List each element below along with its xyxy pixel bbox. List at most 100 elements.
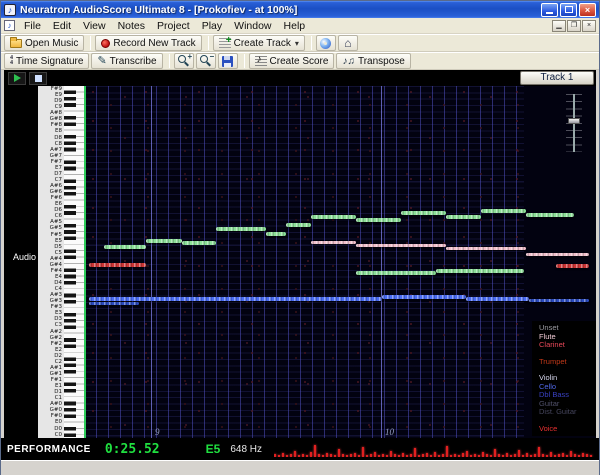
time-signature-button[interactable]: 44 Time Signature	[4, 53, 90, 69]
note-trace-flute-melody[interactable]	[436, 269, 524, 273]
note-trace-flute-melody[interactable]	[356, 218, 401, 222]
note-trace-flute-melody[interactable]	[266, 232, 286, 236]
detected-frequency: 648 Hz	[230, 443, 263, 455]
mdi-restore-button[interactable]: ❐	[567, 19, 581, 32]
note-trace-flute-melody[interactable]	[401, 211, 446, 215]
note-trace-flute-melody[interactable]	[146, 239, 182, 243]
note-trace-flute-melody[interactable]	[216, 227, 266, 231]
menu-item-edit[interactable]: Edit	[47, 19, 77, 33]
zoom-in-button[interactable]: +	[173, 52, 194, 69]
meter-bar	[438, 455, 441, 457]
legend-item-clarinet[interactable]: Clarinet	[539, 340, 596, 350]
menu-item-file[interactable]: File	[18, 19, 47, 33]
home-button[interactable]: ⌂	[337, 35, 358, 51]
meter-bar	[458, 455, 461, 457]
record-new-track-label: Record New Track	[113, 37, 196, 49]
menu-item-view[interactable]: View	[77, 19, 112, 33]
legend-item-dist-guitar[interactable]: Dist. Guitar	[539, 407, 596, 417]
legend-item-trumpet[interactable]: Trumpet	[539, 357, 596, 367]
menu-item-window[interactable]: Window	[228, 19, 277, 33]
mdi-close-button[interactable]: ×	[582, 19, 596, 32]
meter-bar	[406, 455, 409, 457]
transcribe-label: Transcribe	[109, 55, 157, 67]
note-trace-cello-line[interactable]	[382, 295, 466, 299]
note-trace-flute-melody[interactable]	[182, 241, 216, 245]
meter-bar	[494, 449, 497, 457]
maximize-button[interactable]	[560, 2, 577, 17]
transcribe-button[interactable]: ✎ Transcribe	[91, 53, 163, 69]
meter-bar	[558, 454, 561, 457]
note-trace-flute-melody[interactable]	[481, 209, 526, 213]
menu-item-play[interactable]: Play	[196, 19, 228, 33]
note-trace-flute-melody[interactable]	[311, 215, 356, 219]
note-trace-violin-line[interactable]	[446, 247, 526, 250]
menu-item-project[interactable]: Project	[151, 19, 196, 33]
meter-bar	[410, 454, 413, 457]
meter-bar	[590, 455, 593, 457]
meter-bar	[562, 453, 565, 457]
note-trace-clarinet-line[interactable]	[89, 263, 146, 267]
transpose-icon: ♪♫	[342, 55, 355, 67]
create-score-button[interactable]: Create Score	[248, 53, 335, 69]
meter-bar	[374, 452, 377, 457]
note-trace-cello-line[interactable]	[466, 297, 529, 301]
close-button[interactable]: ×	[579, 2, 596, 17]
toolbar-separator	[243, 54, 245, 68]
note-trace-flute-melody[interactable]	[286, 223, 311, 227]
minimize-button[interactable]	[541, 2, 558, 17]
meter-bar	[302, 454, 305, 457]
document-icon: ♪	[4, 20, 15, 31]
open-music-button[interactable]: Open Music	[4, 35, 85, 51]
meter-bar	[434, 452, 437, 457]
menu-item-help[interactable]: Help	[278, 19, 312, 33]
note-trace-bass-line[interactable]	[529, 299, 589, 302]
chevron-down-icon[interactable]: ▾	[295, 39, 299, 48]
create-track-icon	[218, 35, 232, 48]
open-music-label: Open Music	[25, 37, 79, 49]
record-new-track-button[interactable]: Record New Track	[95, 35, 202, 51]
stop-button[interactable]	[29, 71, 47, 85]
piano-keyboard[interactable]	[64, 86, 84, 438]
meter-bar	[306, 455, 309, 457]
mdi-minimize-button[interactable]: ▁	[552, 19, 566, 32]
meter-bar	[278, 455, 281, 457]
playhead[interactable]	[84, 86, 86, 438]
note-trace-flute-melody[interactable]	[526, 213, 574, 217]
note-trace-violin-line[interactable]	[356, 244, 446, 247]
audio-cd-button[interactable]	[315, 35, 336, 51]
note-trace-bass-line[interactable]	[89, 302, 139, 305]
transpose-button[interactable]: ♪♫ Transpose	[336, 53, 411, 69]
meter-bar	[326, 453, 329, 457]
note-trace-flute-melody[interactable]	[356, 271, 436, 275]
track-selector-button[interactable]: Track 1	[520, 71, 594, 85]
transpose-label: Transpose	[357, 55, 405, 67]
meter-bar	[346, 455, 349, 457]
transport-strip	[4, 70, 596, 86]
legend-item-voice[interactable]: Voice	[539, 424, 596, 434]
piano-key-label: C0	[54, 431, 62, 438]
window-title: Neuratron AudioScore Ultimate 8 - [Proko…	[20, 3, 298, 16]
create-track-button[interactable]: Create Track ▾	[212, 35, 305, 51]
volume-slider-thumb[interactable]	[568, 118, 580, 124]
note-trace-flute-melody[interactable]	[104, 245, 146, 249]
meter-bar	[370, 454, 373, 457]
note-trace-flute-melody[interactable]	[446, 215, 481, 219]
note-trace-violin-line[interactable]	[526, 253, 589, 256]
save-icon	[222, 55, 234, 67]
meter-bar	[426, 453, 429, 457]
meter-bar	[342, 454, 345, 457]
piano-roll-grid[interactable]: 9 10 Unset Flute Clarinet Trumpet Violin Cello…	[84, 86, 596, 438]
menu-item-notes[interactable]: Notes	[112, 19, 151, 33]
note-trace-violin-line[interactable]	[311, 241, 356, 244]
note-trace-clarinet-line[interactable]	[556, 264, 589, 268]
note-trace-cello-line[interactable]	[89, 297, 382, 301]
meter-bar	[378, 455, 381, 457]
meter-bar	[482, 452, 485, 457]
create-score-label: Create Score	[269, 55, 329, 67]
zoom-out-button[interactable]: −	[195, 52, 216, 69]
meter-bar	[486, 454, 489, 457]
meter-bar	[386, 455, 389, 457]
save-button[interactable]	[217, 53, 238, 69]
volume-slider[interactable]	[566, 94, 582, 152]
play-button[interactable]	[8, 71, 26, 85]
